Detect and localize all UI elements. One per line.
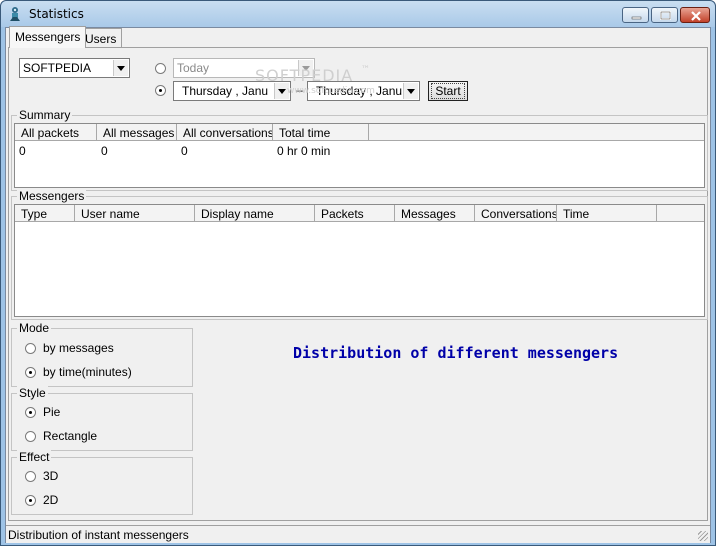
effect-3d-radio[interactable] [25, 471, 36, 482]
effect-2d-radio[interactable] [25, 495, 36, 506]
effect-group-label: Effect [17, 450, 52, 464]
messengers-col-time[interactable]: Time [557, 205, 657, 222]
resize-grip-icon[interactable] [698, 531, 708, 541]
style-pie-label[interactable]: Pie [43, 405, 60, 419]
trademark-mark: ™ [361, 65, 370, 75]
softpedia-url-watermark: www.softpedia.com [287, 86, 375, 96]
rocket-person-icon [7, 6, 23, 22]
summary-list[interactable]: All packets All messages All conversatio… [14, 123, 705, 188]
status-text: Distribution of instant messengers [8, 528, 189, 542]
effect-3d-label[interactable]: 3D [43, 469, 58, 483]
maximize-button[interactable] [651, 7, 678, 23]
summary-group-label: Summary [17, 108, 73, 122]
messengers-list[interactable]: Type User name Display name Packets Mess… [14, 204, 705, 317]
summary-cell-all-packets: 0 [19, 144, 26, 158]
messengers-group-label: Messengers [17, 189, 87, 203]
messengers-col-conversations[interactable]: Conversations [475, 205, 557, 222]
messengers-col-display-name[interactable]: Display name [195, 205, 315, 222]
status-bar: Distribution of instant messengers [6, 525, 710, 543]
mode-group: Mode by messages by time(minutes) [11, 321, 193, 387]
style-pie-radio[interactable] [25, 407, 36, 418]
date-from-value: Thursday , Janu [182, 84, 269, 98]
messenger-select-value: SOFTPEDIA [23, 61, 92, 75]
minimize-button[interactable] [622, 7, 649, 23]
messengers-col-messages[interactable]: Messages [395, 205, 475, 222]
effect-group: Effect 3D 2D [11, 450, 193, 515]
summary-group: Summary All packets All messages All con… [11, 108, 708, 191]
mode-by-messages-radio[interactable] [25, 343, 36, 354]
messengers-group: Messengers Type User name Display name P… [11, 189, 708, 320]
messenger-select[interactable]: SOFTPEDIA [19, 58, 130, 78]
mode-by-messages-label[interactable]: by messages [43, 341, 114, 355]
messengers-col-user-name[interactable]: User name [75, 205, 195, 222]
mode-by-time-label[interactable]: by time(minutes) [43, 365, 132, 379]
messengers-col-packets[interactable]: Packets [315, 205, 395, 222]
summary-col-all-conversations[interactable]: All conversations [177, 124, 273, 141]
start-button-label: Start [431, 83, 465, 99]
style-group: Style Pie Rectangle [11, 386, 193, 451]
window-title: Statistics [29, 7, 84, 21]
summary-cell-total-time: 0 hr 0 min [277, 144, 331, 158]
date-range-radio[interactable] [155, 85, 166, 96]
title-bar[interactable]: Statistics [1, 1, 715, 27]
softpedia-watermark: SOFTPEDIA [255, 66, 354, 85]
distribution-heading: Distribution of different messengers [293, 344, 619, 362]
today-radio[interactable] [155, 63, 166, 74]
close-button[interactable] [680, 7, 710, 23]
summary-col-total-time[interactable]: Total time [273, 124, 369, 141]
style-group-label: Style [17, 386, 48, 400]
messengers-header: Type User name Display name Packets Mess… [15, 205, 704, 222]
style-rectangle-radio[interactable] [25, 431, 36, 442]
summary-cell-all-messages: 0 [101, 144, 108, 158]
today-select-value: Today [177, 61, 210, 75]
messengers-col-type[interactable]: Type [15, 205, 75, 222]
mode-group-label: Mode [17, 321, 52, 335]
summary-col-all-packets[interactable]: All packets [15, 124, 97, 141]
effect-2d-label[interactable]: 2D [43, 493, 58, 507]
statistics-window: Statistics Messengers Users SOFTPEDIA To… [0, 0, 716, 546]
messengers-tab-panel: SOFTPEDIA Today Thursday , Janu – Thursd… [8, 47, 708, 521]
style-rectangle-label[interactable]: Rectangle [43, 429, 97, 443]
tab-messengers[interactable]: Messengers [9, 26, 87, 48]
mode-by-time-radio[interactable] [25, 367, 36, 378]
chevron-down-icon[interactable] [113, 60, 128, 76]
summary-cell-all-conversations: 0 [181, 144, 188, 158]
summary-col-all-messages[interactable]: All messages [97, 124, 177, 141]
chevron-down-icon[interactable] [403, 83, 418, 99]
start-button[interactable]: Start [428, 81, 468, 101]
client-area: Messengers Users SOFTPEDIA Today Thursda… [5, 26, 711, 543]
summary-header: All packets All messages All conversatio… [15, 124, 704, 141]
